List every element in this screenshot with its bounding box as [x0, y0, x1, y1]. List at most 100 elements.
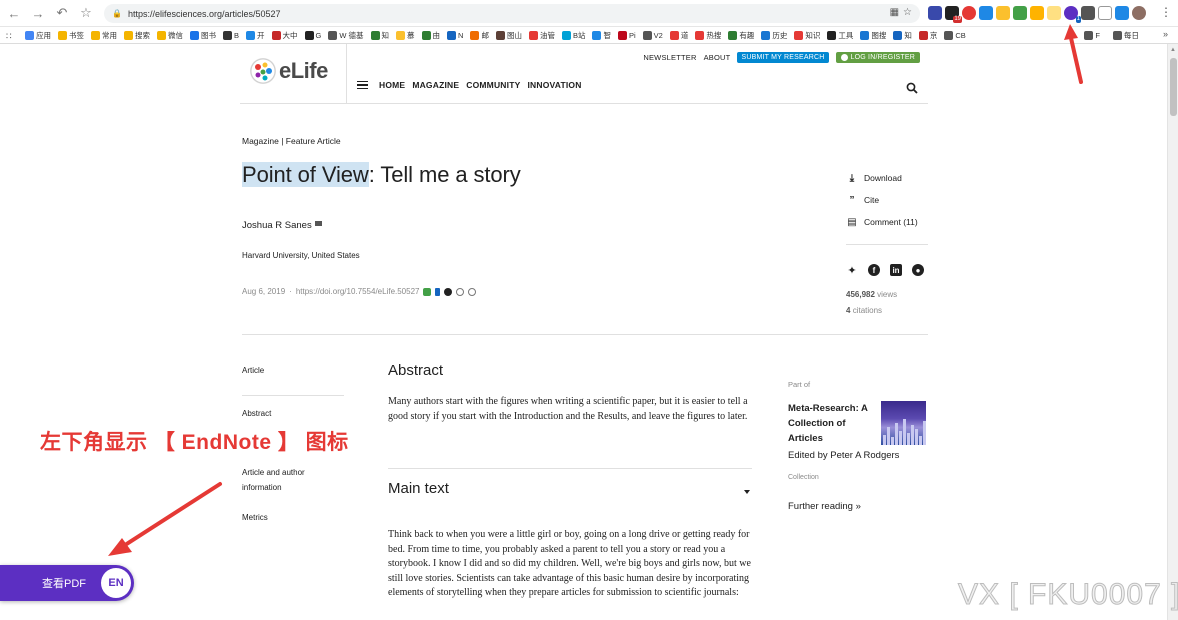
bookmark-item[interactable]: 邮: [470, 30, 489, 41]
forward-icon[interactable]: →: [28, 3, 48, 23]
scrollbar-thumb[interactable]: [1170, 58, 1177, 116]
nav-innovation[interactable]: INNOVATION: [527, 80, 581, 90]
nav-community[interactable]: COMMUNITY: [466, 80, 520, 90]
bookmark-item[interactable]: 工具: [827, 30, 853, 41]
views-stat[interactable]: 456,982 views: [846, 290, 897, 299]
hamburger-menu-icon[interactable]: [357, 81, 368, 89]
ext-icon[interactable]: [979, 6, 993, 20]
collection-title[interactable]: Meta-Research: A Collection of Articles: [788, 401, 872, 446]
ext-icon[interactable]: [1047, 6, 1061, 20]
elife-logo[interactable]: eLife: [250, 58, 328, 84]
ext-icon[interactable]: [1081, 6, 1095, 20]
bookmark-item[interactable]: 图书: [190, 30, 216, 41]
bookmark-item[interactable]: CB: [944, 30, 966, 40]
bookmark-item[interactable]: N: [447, 30, 463, 40]
address-bar[interactable]: 🔒 https://elifesciences.org/articles/505…: [104, 4, 920, 23]
apps-grid-icon[interactable]: ∷: [6, 31, 18, 41]
crop-ext-icon[interactable]: [1098, 6, 1112, 20]
twitter-icon[interactable]: ✦: [846, 264, 858, 277]
bookmark-item[interactable]: V2: [642, 30, 663, 40]
qr-icon[interactable]: ▦: [890, 7, 899, 18]
bookmark-item[interactable]: 由: [421, 30, 440, 41]
bookmark-star-icon[interactable]: ☆: [76, 3, 96, 23]
submit-research-button[interactable]: SUBMIT MY RESEARCH: [737, 52, 829, 63]
jump-item-metrics[interactable]: Metrics: [242, 513, 344, 557]
bookmark-item[interactable]: 智: [592, 30, 611, 41]
bookmark-item[interactable]: 搜索: [124, 30, 150, 41]
ext-icon[interactable]: [928, 6, 942, 20]
actions-divider: [846, 244, 928, 245]
bookmark-item[interactable]: 知: [370, 30, 389, 41]
article-meta: Aug 6, 2019 · https://doi.org/10.7554/eL…: [242, 287, 477, 296]
endnote-icon[interactable]: EN: [101, 568, 131, 598]
download-action[interactable]: ⤓ Download: [846, 172, 918, 184]
cite-action[interactable]: ” Cite: [846, 194, 918, 206]
further-reading-link[interactable]: Further reading »: [788, 501, 861, 512]
bookmark-item[interactable]: 油管: [528, 30, 555, 41]
bookmark-item[interactable]: 慕: [396, 30, 415, 41]
bookmark-item[interactable]: Pi: [617, 30, 636, 40]
bookmark-item[interactable]: 开: [246, 30, 265, 41]
jump-item-info[interactable]: Article and author information: [242, 465, 344, 513]
author[interactable]: Joshua R Sanes: [242, 220, 322, 231]
about-link[interactable]: ABOUT: [704, 53, 731, 62]
bookmark-item[interactable]: 应用: [25, 30, 51, 41]
adblock-ext-icon[interactable]: [962, 6, 976, 20]
bookmark-item[interactable]: 热搜: [695, 30, 721, 41]
undo-icon[interactable]: ↶: [52, 3, 72, 23]
bookmark-item[interactable]: 每日: [1113, 30, 1139, 41]
breadcrumb[interactable]: Magazine | Feature Article: [242, 136, 341, 146]
scroll-up-icon[interactable]: ▲: [1170, 47, 1176, 53]
ext-icon[interactable]: [1013, 6, 1027, 20]
facebook-icon[interactable]: f: [868, 264, 880, 276]
chevron-down-icon[interactable]: [744, 490, 750, 494]
bookmark-item[interactable]: G: [304, 30, 321, 40]
bookmark-item[interactable]: 常用: [91, 30, 117, 41]
back-icon[interactable]: ←: [4, 3, 24, 23]
bookmark-item[interactable]: 图搜: [860, 30, 886, 41]
bookmark-icon: [561, 30, 571, 40]
endnote-ext-icon[interactable]: 1: [1064, 6, 1081, 23]
bookmark-item[interactable]: 京: [918, 30, 937, 41]
thumbnail-bar: [899, 431, 902, 445]
nav-magazine[interactable]: MAGAZINE: [412, 80, 459, 90]
bookmark-item[interactable]: 大中: [271, 30, 298, 41]
bookmark-item[interactable]: 微信: [157, 30, 183, 41]
ext-icon[interactable]: [1030, 6, 1044, 20]
bookmark-item[interactable]: F: [1084, 30, 1100, 41]
bookmark-label: 微信: [168, 30, 183, 40]
bookmark-item[interactable]: 知识: [794, 30, 820, 41]
main-text-heading[interactable]: Main text: [388, 480, 449, 497]
doi-link[interactable]: https://doi.org/10.7554/eLife.50527: [296, 287, 420, 296]
download-ext-icon[interactable]: [1115, 6, 1129, 20]
bookmark-item[interactable]: B: [223, 30, 239, 40]
jump-item-article[interactable]: Article: [242, 366, 344, 410]
bookmark-item[interactable]: 道: [669, 30, 688, 41]
mail-ext-icon[interactable]: 19: [945, 6, 962, 23]
bookmark-item[interactable]: B站: [561, 30, 585, 41]
newsletter-link[interactable]: NEWSLETTER: [643, 53, 696, 62]
star-icon[interactable]: ☆: [903, 7, 912, 18]
bookmarks-more-icon[interactable]: »: [1163, 29, 1168, 39]
citations-stat[interactable]: 4 citations: [846, 306, 882, 315]
bookmark-label: 搜索: [135, 30, 150, 40]
bookmark-item[interactable]: 有趣: [728, 30, 754, 41]
ext-icon[interactable]: [996, 6, 1010, 20]
affiliation: Harvard University, United States: [242, 251, 360, 260]
kebab-menu-icon[interactable]: ⋮: [1160, 5, 1172, 19]
page-scrollbar[interactable]: ▲: [1167, 44, 1178, 620]
bookmark-item[interactable]: 图山: [495, 30, 522, 41]
search-icon[interactable]: [906, 81, 918, 94]
nav-home[interactable]: HOME: [379, 80, 405, 90]
linkedin-icon[interactable]: in: [890, 264, 902, 276]
login-button[interactable]: LOG IN/REGISTER: [835, 52, 920, 63]
avatar[interactable]: [1132, 6, 1146, 20]
reddit-icon[interactable]: ●: [912, 264, 924, 276]
view-pdf-button[interactable]: 查看PDF EN: [0, 565, 134, 601]
bookmark-item[interactable]: 书签: [58, 30, 84, 41]
bookmark-item[interactable]: 历史: [761, 30, 787, 41]
bookmark-item[interactable]: 知: [893, 30, 912, 41]
bookmark-item[interactable]: W 德基: [328, 30, 364, 41]
comment-action[interactable]: ▤ Comment (11): [846, 216, 917, 228]
collection-thumbnail[interactable]: [881, 401, 926, 445]
